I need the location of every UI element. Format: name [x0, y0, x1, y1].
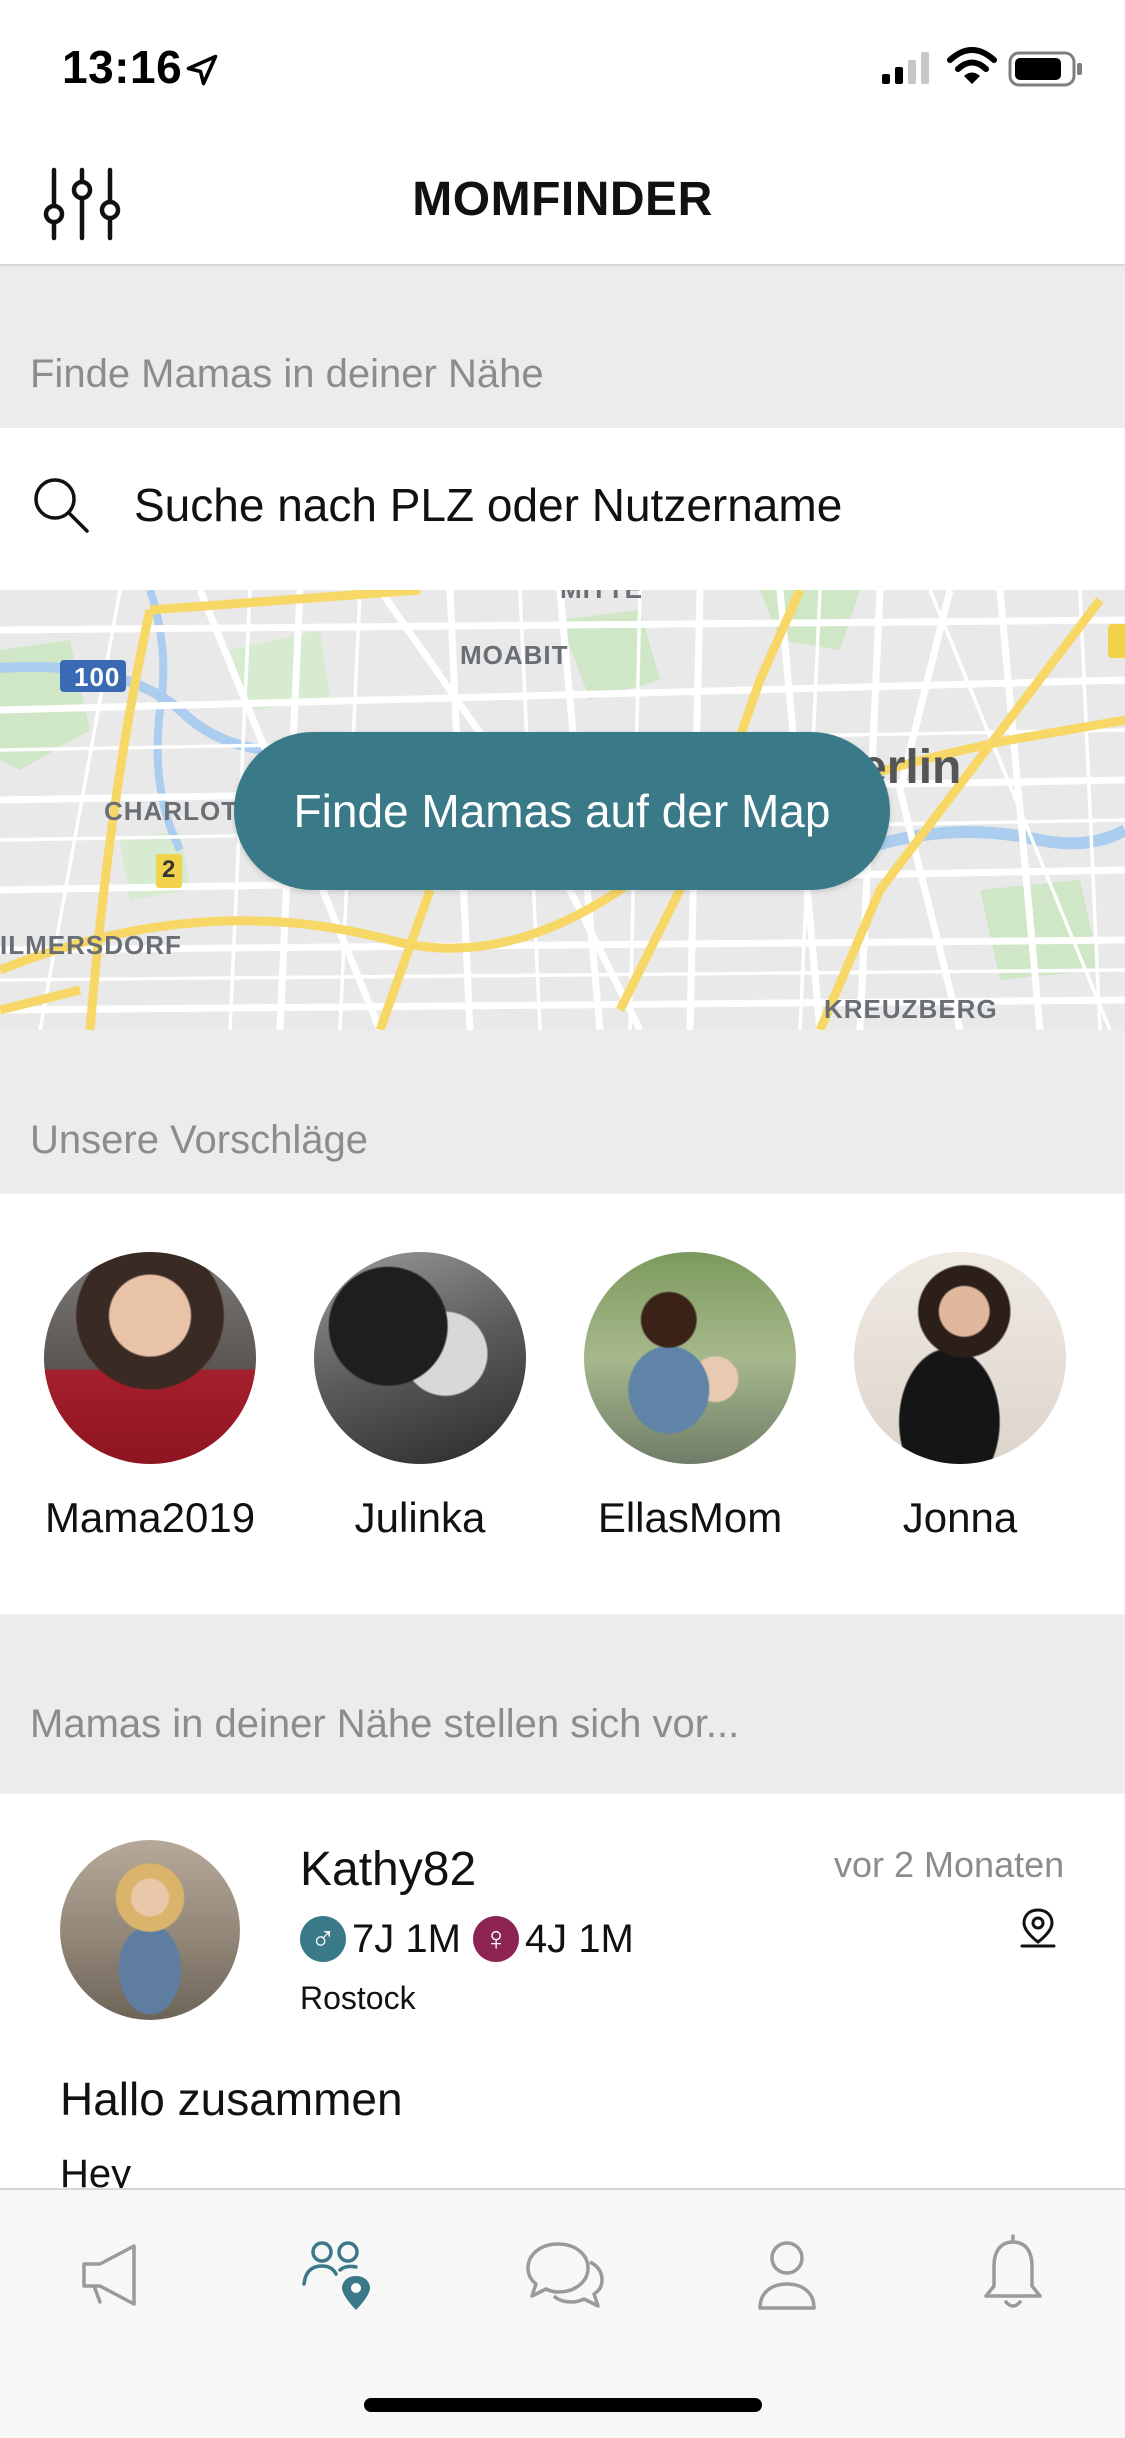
people-location-icon[interactable] — [296, 2230, 386, 2320]
avatar[interactable] — [584, 1252, 796, 1464]
suggestion-item[interactable]: EllasMom — [560, 1252, 820, 1542]
map-shield-label: 100 — [74, 662, 121, 692]
wifi-icon — [947, 47, 997, 84]
chat-bubbles-icon[interactable] — [518, 2230, 608, 2320]
map-district-label: ILMERSDORF — [0, 930, 182, 960]
home-indicator — [364, 2398, 762, 2412]
section-label-intros: Mamas in deiner Nähe stellen sich vor... — [30, 1702, 740, 1746]
map-district-label: CHARLOTT — [104, 796, 255, 826]
section-label-suggestions: Unsere Vorschläge — [30, 1118, 368, 1162]
avatar[interactable] — [44, 1252, 256, 1464]
map-district-label: MITTE — [560, 590, 643, 605]
suggestion-name: Jonna — [902, 1494, 1018, 1541]
find-on-map-button[interactable]: Finde Mamas auf der Map — [234, 732, 890, 890]
avatar[interactable] — [854, 1252, 1066, 1464]
status-time: 13:16 — [62, 41, 183, 93]
male-icon: ♂ — [300, 1916, 346, 1962]
page-title: MOMFINDER — [412, 173, 713, 226]
suggestion-name: Julinka — [354, 1494, 486, 1541]
kid-age: 7J 1M — [352, 1916, 461, 1961]
post-timestamp: vor 2 Monaten — [834, 1844, 1065, 1885]
search-icon — [34, 478, 89, 533]
section-label-nearby: Finde Mamas in deiner Nähe — [30, 352, 544, 396]
section-header-suggestions — [0, 1030, 1125, 1194]
section-header-nearby — [0, 266, 1125, 428]
bell-icon[interactable] — [968, 2230, 1058, 2320]
female-icon: ♀ — [472, 1916, 519, 1962]
location-arrow-icon — [186, 54, 218, 86]
megaphone-icon[interactable] — [70, 2230, 160, 2320]
map-shield-label: 2 — [162, 856, 177, 883]
battery-icon — [1008, 51, 1082, 87]
avatar[interactable] — [314, 1252, 526, 1464]
post-city: Rostock — [300, 1980, 416, 2016]
avatar[interactable] — [60, 1840, 240, 2020]
search-input[interactable] — [134, 472, 1034, 538]
suggestion-item[interactable]: Jonna — [830, 1252, 1090, 1542]
post-title: Hallo zusammen — [60, 2073, 403, 2125]
profile-icon[interactable] — [742, 2230, 832, 2320]
location-pin-icon[interactable] — [1016, 1906, 1060, 1952]
map-district-label: MOABIT — [460, 640, 569, 670]
suggestion-name: Mama2019 — [44, 1494, 256, 1541]
cellular-signal-icon — [882, 52, 929, 84]
suggestion-item[interactable]: Mama2019 — [20, 1252, 280, 1542]
kid-age: 4J 1M — [524, 1916, 634, 1961]
suggestion-name: EllasMom — [597, 1494, 783, 1541]
post-username[interactable]: Kathy82 — [300, 1842, 476, 1897]
suggestion-item[interactable]: Julinka — [290, 1252, 550, 1542]
map-district-label: KREUZBERG — [824, 994, 998, 1024]
post-kids: ♂ 7J 1M ♀ 4J 1M — [300, 1912, 634, 1966]
